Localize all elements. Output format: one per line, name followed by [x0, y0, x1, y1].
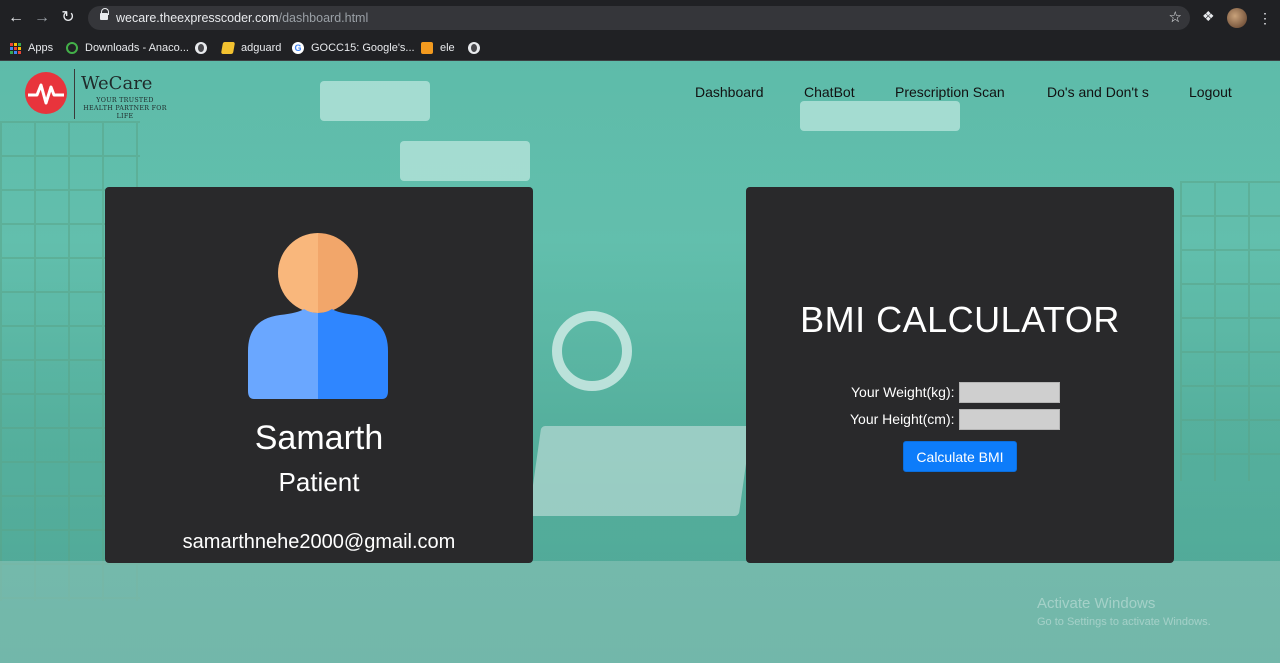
- activate-windows-watermark: Activate Windows: [1037, 595, 1156, 612]
- bookmark-label: ele: [440, 42, 455, 54]
- bookmark-globe-1[interactable]: [195, 39, 214, 57]
- browser-toolbar: ← → ↻ wecare.theexpresscoder.com/dashboa…: [0, 0, 1280, 35]
- globe-icon: [468, 42, 480, 54]
- height-input[interactable]: [958, 408, 1060, 430]
- weight-row: Your Weight(kg):: [851, 381, 1060, 403]
- height-row: Your Height(cm):: [850, 408, 1060, 430]
- address-bar[interactable]: wecare.theexpresscoder.com/dashboard.htm…: [88, 6, 1190, 30]
- globe-icon: [195, 42, 207, 54]
- profile-avatar[interactable]: [1227, 8, 1247, 28]
- bookmarks-bar: Apps Downloads - Anaco... adguard G GOCC…: [0, 35, 1280, 61]
- back-arrow-icon[interactable]: ←: [6, 8, 26, 28]
- bookmark-ele[interactable]: ele: [421, 39, 455, 57]
- dashboard-page: WeCare Your Trusted Health Partner For L…: [0, 61, 1280, 663]
- brand-name: WeCare: [81, 73, 153, 94]
- height-label: Your Height(cm):: [850, 411, 955, 427]
- nav-dos-and-donts[interactable]: Do's and Don't s: [1047, 84, 1149, 100]
- activate-windows-subtext: Go to Settings to activate Windows.: [1037, 616, 1211, 628]
- extensions-puzzle-icon[interactable]: ❖: [1202, 8, 1215, 25]
- bookmark-apps[interactable]: Apps: [10, 39, 53, 57]
- forward-arrow-icon[interactable]: →: [32, 8, 52, 28]
- user-name: Samarth: [254, 419, 384, 457]
- logo-divider: [74, 69, 75, 119]
- bookmark-label: GOCC15: Google's...: [311, 42, 415, 54]
- user-avatar-icon: [248, 233, 388, 399]
- bookmark-label: adguard: [241, 42, 282, 54]
- nav-logout[interactable]: Logout: [1189, 84, 1232, 100]
- browser-menu-icon[interactable]: ⋮: [1258, 8, 1272, 28]
- nav-chatbot[interactable]: ChatBot: [804, 84, 855, 100]
- bookmark-star-icon[interactable]: ☆: [1169, 8, 1182, 26]
- user-role: Patient: [278, 467, 360, 497]
- bookmark-globe-2[interactable]: [468, 39, 487, 57]
- heartbeat-logo-icon[interactable]: [24, 71, 68, 115]
- background-floor: [0, 561, 1280, 663]
- bookmark-label: Apps: [28, 42, 54, 54]
- ele-icon: [421, 42, 433, 54]
- user-email: samarthnehe2000@gmail.com: [182, 531, 456, 553]
- nav-dashboard[interactable]: Dashboard: [695, 84, 764, 100]
- url-host: wecare.theexpresscoder.com: [116, 11, 279, 25]
- weight-input[interactable]: [958, 381, 1060, 403]
- url-text[interactable]: wecare.theexpresscoder.com/dashboard.htm…: [116, 11, 368, 25]
- adguard-icon: [220, 42, 236, 54]
- google-icon: G: [292, 42, 304, 54]
- brand-tagline: Your Trusted Health Partner For Life: [83, 97, 167, 120]
- background-operating-table: [528, 426, 752, 516]
- url-path: /dashboard.html: [278, 11, 369, 25]
- apps-grid-icon: [10, 42, 21, 54]
- background-surgical-lamp: [552, 311, 632, 391]
- profile-card: Samarth Patient samarthnehe2000@gmail.co…: [105, 187, 533, 563]
- weight-label: Your Weight(kg):: [851, 384, 955, 400]
- nav-prescription-scan[interactable]: Prescription Scan: [895, 84, 1005, 100]
- anaconda-icon: [66, 42, 78, 54]
- background-wall-tiles: [1180, 181, 1280, 481]
- bookmark-label: Downloads - Anaco...: [85, 42, 189, 54]
- calculate-bmi-button[interactable]: Calculate BMI: [903, 441, 1017, 472]
- lock-icon[interactable]: [100, 8, 109, 22]
- bookmark-adguard[interactable]: adguard: [220, 39, 282, 57]
- bmi-title: BMI CALCULATOR: [800, 299, 1120, 340]
- site-header: WeCare Your Trusted Health Partner For L…: [0, 61, 1280, 125]
- bookmark-downloads[interactable]: Downloads - Anaco...: [66, 39, 189, 57]
- bmi-calculator-card: BMI CALCULATOR Your Weight(kg): Your Hei…: [746, 187, 1174, 563]
- background-ceiling-light: [400, 141, 530, 181]
- reload-icon[interactable]: ↻: [58, 8, 78, 28]
- bookmark-gocc15[interactable]: G GOCC15: Google's...: [292, 39, 415, 57]
